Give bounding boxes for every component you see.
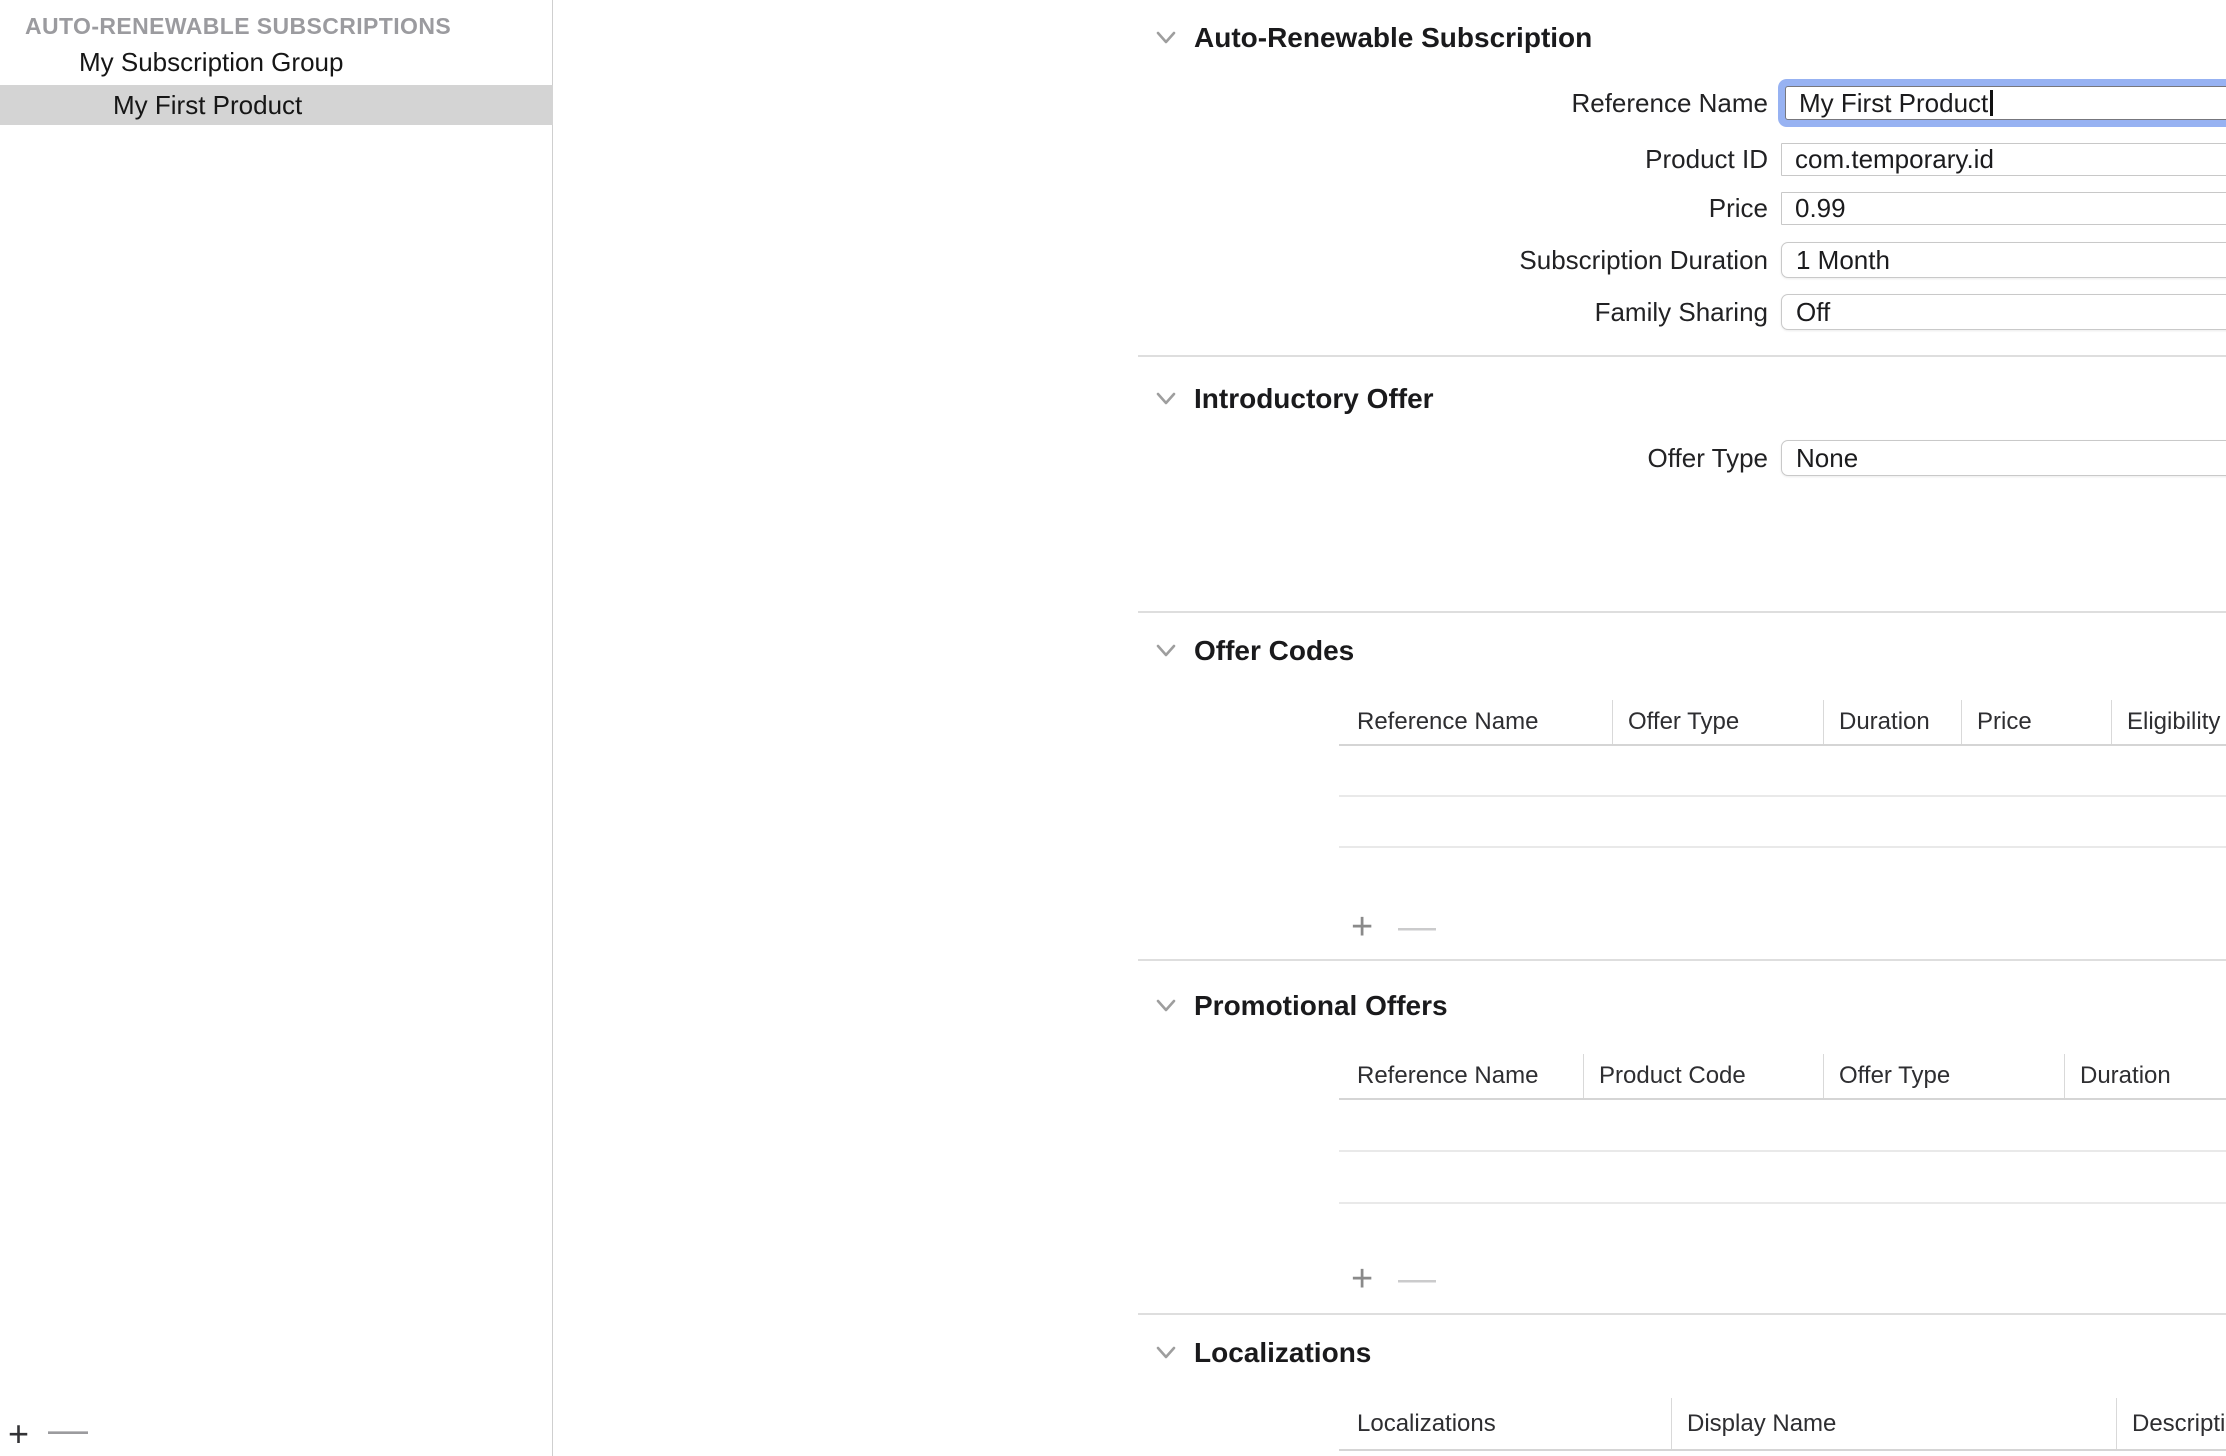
offer-codes-remove-button[interactable]: —: [1398, 905, 1436, 949]
section-divider: [1138, 1313, 2226, 1315]
section-divider: [1138, 959, 2226, 961]
reference-name-label: Reference Name: [1193, 80, 1768, 126]
section-header-auto-renewable-subscription: Auto-Renewable Subscription: [1155, 22, 1592, 54]
price-value: 0.99: [1795, 193, 1846, 224]
column-header[interactable]: Duration: [1823, 700, 1961, 744]
promotional-offers-table: Reference Name Product Code Offer Type D…: [1339, 1054, 2226, 1204]
product-id-value: com.temporary.id: [1795, 144, 1994, 175]
table-empty-row: [1339, 1152, 2226, 1204]
chevron-down-icon[interactable]: [1155, 388, 1177, 410]
promotional-offers-table-header: Reference Name Product Code Offer Type D…: [1339, 1054, 2226, 1100]
section-title: Promotional Offers: [1194, 990, 1448, 1022]
section-title: Localizations: [1194, 1337, 1371, 1369]
localizations-table-header: Localizations Display Name Description: [1339, 1398, 2226, 1451]
offer-type-select[interactable]: None: [1781, 440, 2226, 476]
family-sharing-label: Family Sharing: [1193, 294, 1768, 330]
chevron-down-icon[interactable]: [1155, 27, 1177, 49]
offer-codes-table-header: Reference Name Offer Type Duration Price…: [1339, 700, 2226, 746]
section-header-offer-codes: Offer Codes: [1155, 635, 1354, 667]
family-sharing-value: Off: [1796, 297, 1830, 328]
section-divider: [1138, 611, 2226, 613]
offer-type-value: None: [1796, 443, 1858, 474]
family-sharing-select[interactable]: Off: [1781, 294, 2226, 330]
sidebar-remove-button[interactable]: —: [48, 1410, 88, 1450]
sidebar-item-label: My First Product: [113, 85, 302, 125]
product-id-input[interactable]: com.temporary.id: [1781, 143, 2226, 176]
column-header[interactable]: Offer Type: [1823, 1054, 2064, 1098]
product-id-label: Product ID: [1193, 143, 1768, 176]
localizations-table: Localizations Display Name Description: [1339, 1398, 2226, 1451]
section-title: Introductory Offer: [1194, 383, 1434, 415]
section-divider: [1138, 355, 2226, 357]
section-header-promotional-offers: Promotional Offers: [1155, 990, 1448, 1022]
column-header[interactable]: Localizations: [1339, 1398, 1671, 1449]
text-caret: [1990, 90, 1993, 116]
price-input[interactable]: 0.99: [1781, 192, 2226, 225]
column-header[interactable]: Reference Name: [1339, 700, 1612, 744]
sidebar-item-my-first-product[interactable]: My First Product: [0, 85, 553, 125]
column-header[interactable]: Eligibility: [2111, 700, 2226, 744]
column-header[interactable]: Product Code: [1583, 1054, 1823, 1098]
sidebar-add-button[interactable]: +: [8, 1414, 29, 1454]
offer-type-label: Offer Type: [1193, 440, 1768, 476]
column-header[interactable]: Duration: [2064, 1054, 2226, 1098]
column-header[interactable]: Display Name: [1671, 1398, 2116, 1449]
sidebar-group-header: AUTO-RENEWABLE SUBSCRIPTIONS: [25, 13, 451, 40]
reference-name-value: My First Product: [1799, 88, 1988, 119]
subscription-duration-value: 1 Month: [1796, 245, 1890, 276]
column-header[interactable]: Price: [1961, 700, 2111, 744]
price-label: Price: [1193, 192, 1768, 225]
column-header[interactable]: Description: [2116, 1398, 2226, 1449]
section-title: Offer Codes: [1194, 635, 1354, 667]
table-empty-row: [1339, 746, 2226, 797]
table-empty-row: [1339, 1100, 2226, 1152]
product-detail-pane: Auto-Renewable Subscription Reference Na…: [553, 0, 2226, 1456]
chevron-down-icon[interactable]: [1155, 1342, 1177, 1364]
offer-codes-add-button[interactable]: +: [1351, 905, 1373, 949]
sidebar-item-subscription-group[interactable]: My Subscription Group: [0, 42, 553, 82]
offer-codes-table: Reference Name Offer Type Duration Price…: [1339, 700, 2226, 848]
storekit-configuration-window: AUTO-RENEWABLE SUBSCRIPTIONS My Subscrip…: [0, 0, 2226, 1456]
promotional-offers-remove-button[interactable]: —: [1398, 1257, 1436, 1301]
section-header-introductory-offer: Introductory Offer: [1155, 383, 1434, 415]
column-header[interactable]: Offer Type: [1612, 700, 1823, 744]
column-header[interactable]: Reference Name: [1339, 1054, 1583, 1098]
reference-name-input[interactable]: My First Product: [1785, 86, 2226, 120]
chevron-down-icon[interactable]: [1155, 995, 1177, 1017]
sidebar-item-label: My Subscription Group: [79, 42, 343, 82]
subscription-duration-select[interactable]: 1 Month: [1781, 242, 2226, 278]
section-title: Auto-Renewable Subscription: [1194, 22, 1592, 54]
section-header-localizations: Localizations: [1155, 1337, 1371, 1369]
promotional-offers-add-button[interactable]: +: [1351, 1257, 1373, 1301]
chevron-down-icon[interactable]: [1155, 640, 1177, 662]
subscription-duration-label: Subscription Duration: [1193, 242, 1768, 278]
sidebar: AUTO-RENEWABLE SUBSCRIPTIONS My Subscrip…: [0, 0, 553, 1456]
table-empty-row: [1339, 797, 2226, 848]
